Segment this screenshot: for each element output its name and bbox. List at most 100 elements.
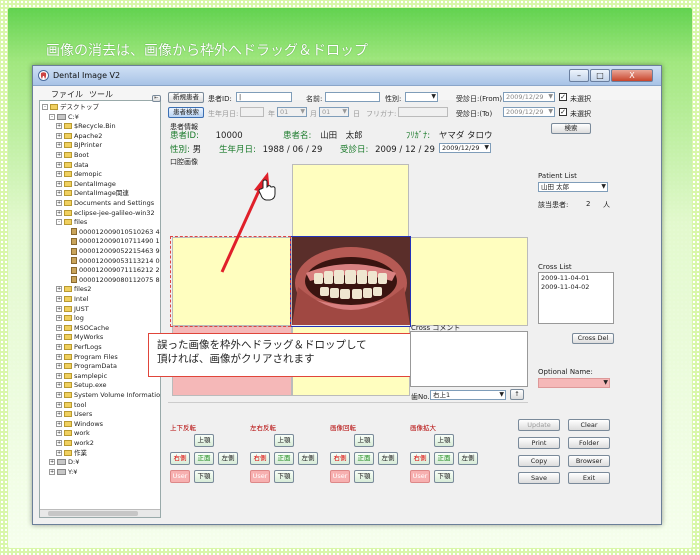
expand-icon[interactable]: + — [56, 190, 62, 197]
left-side-button[interactable]: 左側 — [298, 452, 318, 465]
tree-item[interactable]: + BJPrinter — [56, 141, 102, 150]
expand-icon[interactable]: + — [56, 334, 62, 341]
expand-icon[interactable]: + — [56, 420, 62, 427]
expand-icon[interactable]: + — [56, 286, 62, 293]
tree-item[interactable]: 000012009071116212 2.J — [63, 266, 160, 275]
list-item[interactable]: 2009-11-04-02 — [539, 283, 613, 291]
image-slot-right[interactable] — [410, 237, 528, 326]
new-patient-button[interactable]: 新規患者 — [168, 92, 204, 103]
tree-item[interactable]: 000012009010711490 1.J — [63, 237, 160, 246]
expand-icon[interactable]: + — [56, 180, 62, 187]
tree-item[interactable]: + 作業 — [56, 449, 87, 458]
visit-to-select[interactable]: 2009/12/29 ▼ — [503, 107, 555, 117]
expand-icon[interactable]: + — [56, 363, 62, 370]
tree-item[interactable]: 000012009052215463 9.J — [63, 247, 160, 256]
birth-year-input[interactable] — [240, 107, 264, 117]
tree-item[interactable]: + data — [56, 161, 89, 170]
front-button[interactable]: 正面 — [354, 452, 374, 465]
tree-item[interactable]: + eclipse-jee-galileo-win32 — [56, 209, 155, 218]
user-button[interactable]: User — [410, 470, 430, 483]
expand-icon[interactable]: + — [49, 459, 55, 466]
patient-list-select[interactable]: 山田 太郎 ▼ — [538, 182, 608, 192]
lower-jaw-button[interactable]: 下顎 — [434, 470, 454, 483]
right-side-button[interactable]: 右側 — [330, 452, 350, 465]
tree-item[interactable]: + work2 — [56, 439, 94, 448]
tree-item[interactable]: + DentalImage — [56, 180, 116, 189]
gender-select[interactable]: ▼ — [405, 92, 438, 102]
expand-icon[interactable]: + — [56, 161, 62, 168]
tree-item[interactable]: + MyWorks — [56, 333, 103, 342]
cross-comment-textarea[interactable] — [410, 331, 528, 387]
lower-jaw-button[interactable]: 下顎 — [274, 470, 294, 483]
expand-icon[interactable]: + — [56, 209, 62, 216]
expand-icon[interactable]: + — [56, 152, 62, 158]
user-button[interactable]: User — [170, 470, 190, 483]
expand-icon[interactable]: + — [56, 123, 62, 130]
birth-month-select[interactable]: 01 ▼ — [277, 107, 307, 117]
update-button[interactable]: Update — [518, 419, 560, 431]
tree-item[interactable]: + MSOCache — [56, 324, 109, 333]
tree-item[interactable]: + Setup.exe — [56, 381, 107, 390]
copy-button[interactable]: Copy — [518, 455, 560, 467]
tree-item[interactable]: + JUST — [56, 305, 89, 314]
unselected1-checkbox[interactable]: ✓ — [559, 93, 567, 101]
expand-icon[interactable]: + — [56, 200, 62, 206]
maximize-button[interactable]: □ — [590, 69, 610, 82]
patient-id-input[interactable]: | — [236, 92, 292, 102]
expand-icon[interactable]: + — [56, 324, 62, 331]
optional-name-select[interactable]: ▼ — [538, 378, 610, 388]
right-side-button[interactable]: 右側 — [250, 452, 270, 465]
print-button[interactable]: Print — [518, 437, 560, 449]
expand-icon[interactable]: + — [56, 344, 62, 350]
right-side-button[interactable]: 右側 — [410, 452, 430, 465]
list-item[interactable]: 2009-11-04-01 — [539, 273, 613, 283]
search-button[interactable]: 検索 — [551, 123, 591, 134]
tree-item[interactable]: + Documents and Settings — [56, 199, 154, 208]
image-slot-top[interactable] — [292, 164, 409, 237]
user-button[interactable]: User — [330, 470, 350, 483]
expand-icon[interactable]: + — [56, 372, 62, 379]
menu-tools[interactable]: ツール — [89, 89, 113, 100]
tree-item[interactable]: + work — [56, 429, 90, 438]
collapse-icon[interactable]: - — [56, 219, 62, 226]
lower-jaw-button[interactable]: 下顎 — [354, 470, 374, 483]
tree-item[interactable]: - files — [56, 218, 87, 227]
unselected2-checkbox[interactable]: ✓ — [559, 108, 567, 116]
expand-icon[interactable]: + — [56, 411, 62, 418]
left-side-button[interactable]: 左側 — [458, 452, 478, 465]
folder-button[interactable]: Folder — [568, 437, 610, 449]
front-button[interactable]: 正面 — [434, 452, 454, 465]
cross-list[interactable]: 2009-11-04-01 2009-11-04-02 — [538, 272, 614, 324]
scroll-thumb[interactable] — [48, 511, 138, 516]
tree-collapse-button[interactable]: ⇤ — [152, 95, 161, 102]
expand-icon[interactable]: + — [56, 171, 62, 178]
expand-icon[interactable]: + — [56, 382, 62, 389]
expand-icon[interactable]: + — [56, 305, 62, 312]
tree-item[interactable]: + Boot — [56, 151, 89, 160]
cross-del-button[interactable]: Cross Del — [572, 333, 614, 344]
tree-item[interactable]: + Program Files — [56, 353, 118, 362]
front-button[interactable]: 正面 — [274, 452, 294, 465]
right-side-button[interactable]: 右側 — [170, 452, 190, 465]
expand-icon[interactable]: + — [56, 401, 62, 408]
visit-from-select[interactable]: 2009/12/29 ▼ — [503, 92, 555, 102]
save-button[interactable]: Save — [518, 472, 560, 484]
minimize-button[interactable]: – — [569, 69, 589, 82]
expand-icon[interactable]: + — [56, 315, 62, 322]
expand-icon[interactable]: + — [56, 142, 62, 149]
tree-item[interactable]: + Apache2 — [56, 132, 102, 141]
expand-icon[interactable]: + — [56, 353, 62, 360]
tree-item[interactable]: 000012009010510263 4.t — [63, 228, 160, 237]
tree-item[interactable]: - C:¥ — [49, 113, 79, 122]
tree-item[interactable]: + Intel — [56, 295, 88, 304]
expand-icon[interactable]: + — [56, 449, 62, 456]
front-button[interactable]: 正面 — [194, 452, 214, 465]
clear-button[interactable]: Clear — [568, 419, 610, 431]
name-input[interactable] — [325, 92, 380, 102]
tree-item[interactable]: + tool — [56, 401, 86, 410]
browser-button[interactable]: Browser — [568, 455, 610, 467]
tree-horizontal-scrollbar[interactable] — [40, 509, 160, 517]
expand-icon[interactable]: + — [56, 392, 62, 398]
close-button[interactable]: X — [611, 69, 653, 82]
upper-jaw-button[interactable]: 上顎 — [274, 434, 294, 447]
